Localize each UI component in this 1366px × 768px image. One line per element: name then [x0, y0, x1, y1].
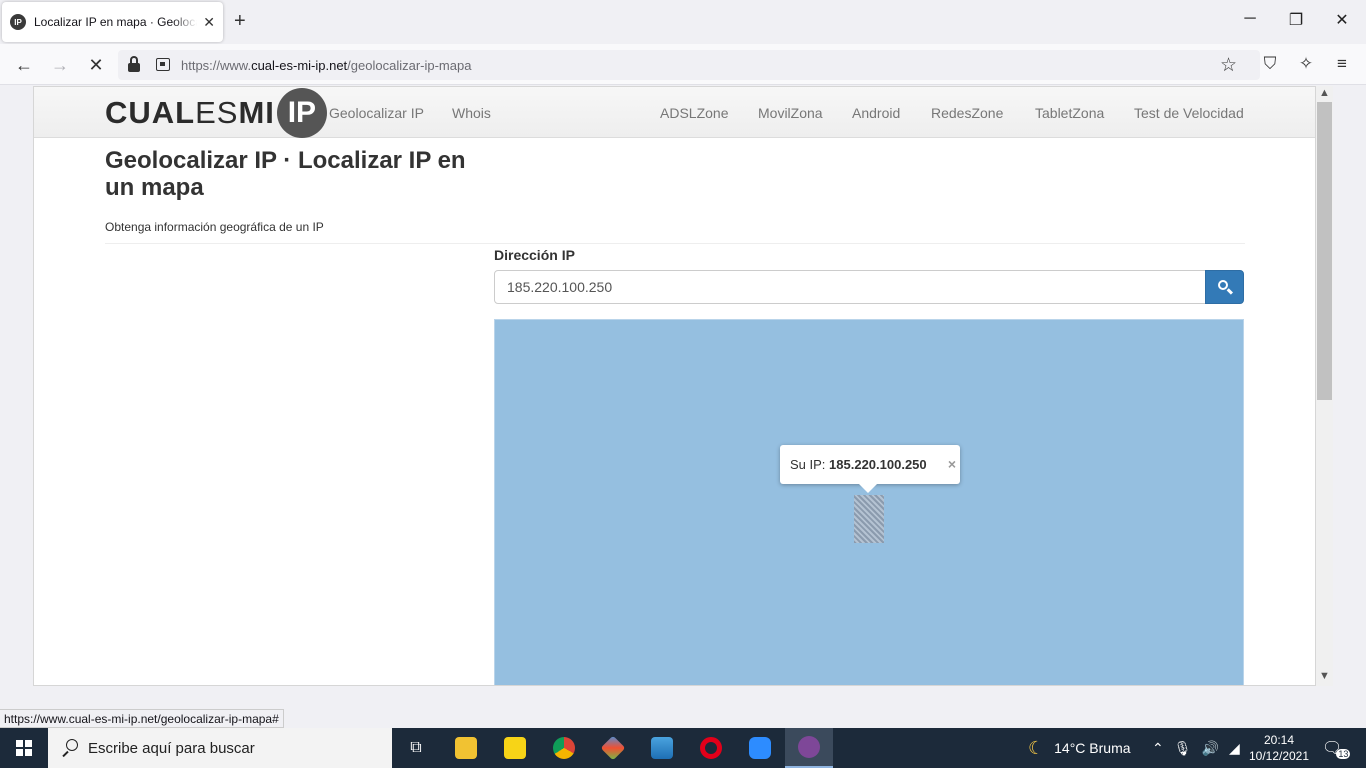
chrome-icon [553, 737, 575, 759]
windows-icon [16, 740, 32, 756]
shield-icon[interactable]: ⛉ [1259, 54, 1281, 74]
menu-icon[interactable]: ≡ [1331, 54, 1353, 74]
folder-icon [455, 737, 477, 759]
logo-ip-badge: IP [276, 87, 327, 138]
minimize-icon[interactable]: ─ [1240, 10, 1260, 28]
ip-input[interactable] [494, 270, 1206, 304]
taskbar-app-opera[interactable] [687, 728, 735, 768]
taskbar-search-placeholder: Escribe aquí para buscar [88, 739, 255, 757]
taskbar-app-photos[interactable] [638, 728, 686, 768]
moon-icon: ☾ [1028, 737, 1045, 758]
notification-center[interactable]: 🗨 13 [1322, 728, 1351, 768]
weather-text: 14°C Bruma [1054, 740, 1131, 756]
url-text[interactable]: https://www.cual-es-mi-ip.net/geolocaliz… [181, 58, 471, 73]
network-icon[interactable]: ◢ [1229, 740, 1240, 757]
lock-icon[interactable] [128, 56, 140, 72]
search-ip-button[interactable] [1205, 270, 1244, 304]
extensions-icon[interactable]: ✧ [1295, 54, 1317, 74]
zoom-icon [749, 737, 771, 759]
task-view-icon: ⧉ [410, 739, 422, 756]
weather-widget[interactable]: ☾ 14°C Bruma [1028, 728, 1131, 768]
web-page: CUALESMI IP Geolocalizar IP Whois ADSLZo… [33, 86, 1316, 686]
start-button[interactable] [0, 728, 48, 768]
taskbar-app-sticky-notes[interactable] [491, 728, 539, 768]
page-title: Geolocalizar IP · Localizar IP en un map… [105, 147, 466, 201]
status-url: https://www.cual-es-mi-ip.net/geolocaliz… [0, 709, 284, 728]
taskbar-app-git[interactable] [589, 728, 637, 768]
navigation-toolbar: ← → ✕ https://www.cual-es-mi-ip.net/geol… [0, 44, 1366, 85]
taskbar-app-file-explorer[interactable] [442, 728, 490, 768]
clock-time: 20:14 [1263, 733, 1295, 747]
nav-whois[interactable]: Whois [452, 105, 491, 121]
photos-icon [651, 737, 673, 759]
scrollbar-thumb[interactable] [1317, 102, 1332, 400]
browser-tab[interactable]: IP Localizar IP en mapa · Geolocalizar I… [2, 2, 223, 42]
taskbar-app-tor-browser[interactable] [785, 728, 833, 768]
tor-browser-icon [798, 736, 820, 758]
address-bar[interactable]: https://www.cual-es-mi-ip.net/geolocaliz… [118, 50, 1260, 80]
ip-label: Dirección IP [494, 247, 575, 263]
map-marker-icon[interactable] [854, 495, 884, 543]
back-icon[interactable]: ← [12, 54, 36, 76]
popup-ip: 185.220.100.250 [829, 457, 927, 472]
nav-movilzona[interactable]: MovilZona [758, 105, 823, 121]
nav-test-de-velocidad[interactable]: Test de Velocidad [1134, 105, 1244, 121]
notification-count: 13 [1336, 749, 1351, 759]
microphone-icon[interactable]: 🎙 [1174, 740, 1192, 757]
tab-title: Localizar IP en mapa · Geolocalizar IP [34, 15, 197, 29]
tray-icons: ⌃ 🎙 🔊 ◢ [1152, 728, 1240, 768]
scroll-down-icon[interactable]: ▼ [1316, 669, 1333, 684]
new-tab-icon[interactable]: + [234, 11, 246, 31]
popup-tip [859, 484, 877, 493]
search-icon [1217, 279, 1233, 295]
scroll-up-icon[interactable]: ▲ [1316, 86, 1333, 101]
ip-popup: Su IP: 185.220.100.250 × [780, 445, 960, 484]
tab-close-icon[interactable]: ✕ [203, 14, 215, 31]
forward-icon[interactable]: → [48, 54, 72, 76]
taskbar-app-chrome[interactable] [540, 728, 588, 768]
divider [105, 243, 1245, 244]
ip-map[interactable]: Su IP: 185.220.100.250 × [494, 319, 1244, 685]
taskbar-search[interactable]: Escribe aquí para buscar [48, 728, 392, 768]
site-logo[interactable]: CUALESMI IP [105, 87, 327, 138]
opera-icon [700, 737, 722, 759]
popup-prefix: Su IP: [790, 457, 826, 472]
stop-loading-icon[interactable]: ✕ [84, 54, 108, 76]
bookmark-star-icon[interactable]: ☆ [1220, 54, 1237, 77]
popup-close-icon[interactable]: × [948, 456, 956, 472]
nav-geolocalizar-ip[interactable]: Geolocalizar IP [329, 105, 424, 121]
site-header: CUALESMI IP Geolocalizar IP Whois ADSLZo… [34, 87, 1315, 138]
nav-android[interactable]: Android [852, 105, 900, 121]
taskbar-app-zoom[interactable] [736, 728, 784, 768]
clock-date: 10/12/2021 [1248, 749, 1310, 763]
page-scrollbar[interactable]: ▲ ▼ [1316, 86, 1333, 686]
page-permissions-icon[interactable] [156, 58, 170, 71]
close-window-icon[interactable]: ✕ [1332, 10, 1352, 30]
taskbar-clock[interactable]: 20:14 10/12/2021 [1248, 732, 1310, 764]
taskbar: Escribe aquí para buscar ⧉ ☾ 14°C Bruma … [0, 728, 1366, 768]
nav-tabletzona[interactable]: TabletZona [1035, 105, 1104, 121]
task-view-button[interactable]: ⧉ [392, 728, 440, 768]
sticky-notes-icon [504, 737, 526, 759]
page-subtitle: Obtenga información geográfica de un IP [105, 220, 324, 234]
nav-adslzone[interactable]: ADSLZone [660, 105, 728, 121]
git-icon [600, 735, 626, 761]
volume-icon[interactable]: 🔊 [1202, 740, 1219, 757]
nav-redeszone[interactable]: RedesZone [931, 105, 1003, 121]
search-icon [62, 739, 80, 758]
page-viewport: CUALESMI IP Geolocalizar IP Whois ADSLZo… [0, 86, 1366, 686]
restore-icon[interactable]: ❐ [1286, 10, 1306, 30]
tab-favicon: IP [10, 14, 26, 30]
show-hidden-icons-icon[interactable]: ⌃ [1152, 740, 1164, 757]
tab-strip: IP Localizar IP en mapa · Geolocalizar I… [0, 0, 1366, 44]
